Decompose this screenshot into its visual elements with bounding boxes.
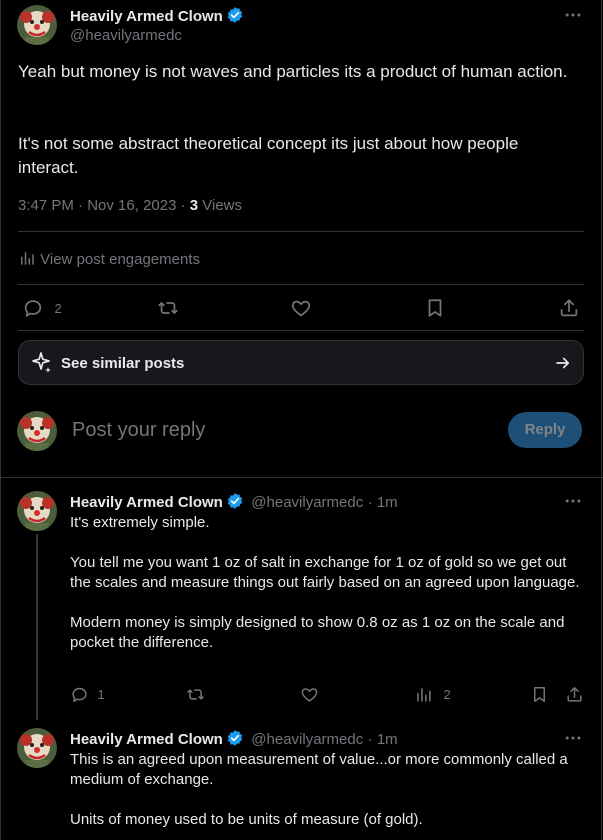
- avatar[interactable]: [17, 491, 57, 531]
- repost-arrows-icon[interactable]: [157, 297, 179, 324]
- views-label: Views: [198, 197, 243, 214]
- see-similar-label: See similar posts: [61, 355, 185, 372]
- view-engagements-link[interactable]: View post engagements: [18, 249, 200, 271]
- views-count: 2: [443, 687, 451, 702]
- see-similar-posts-button[interactable]: See similar posts: [18, 340, 584, 385]
- speech-bubble-icon: [70, 685, 89, 704]
- reply-button[interactable]: 2: [22, 297, 62, 319]
- more-dots-icon[interactable]: [563, 5, 583, 30]
- reply-author-row: Heavily Armed Clown @heavilyarmedc · 1m: [70, 729, 398, 752]
- post-paragraph-2: It's not some abstract theoretical conce…: [18, 134, 524, 177]
- post-time[interactable]: 3:47 PM · Nov 16, 2023 ·: [18, 197, 190, 214]
- reply-text: It's extremely simple. You tell me you w…: [70, 514, 580, 651]
- divider: [18, 231, 584, 232]
- arrow-right-icon: [554, 354, 572, 377]
- views-button[interactable]: 2: [414, 685, 451, 704]
- sparkle-icon: [29, 351, 53, 380]
- author-name[interactable]: Heavily Armed Clown: [70, 8, 223, 25]
- verified-badge-icon[interactable]: [226, 492, 244, 515]
- post-paragraph-1: Yeah but money is not waves and particle…: [18, 62, 568, 81]
- bookmark-icon[interactable]: [530, 685, 549, 709]
- avatar[interactable]: [17, 5, 57, 45]
- author-handle[interactable]: @heavilyarmedc: [251, 494, 363, 511]
- reply-author-row: Heavily Armed Clown @heavilyarmedc · 1m: [70, 492, 398, 515]
- bar-chart-icon: [18, 249, 36, 271]
- reply-button[interactable]: 1: [70, 685, 105, 704]
- speech-bubble-icon: [22, 297, 44, 319]
- bar-chart-icon: [414, 685, 433, 704]
- bookmark-icon[interactable]: [424, 297, 446, 324]
- divider: [18, 284, 584, 285]
- reply-submit-button[interactable]: Reply: [508, 412, 582, 448]
- avatar[interactable]: [17, 728, 57, 768]
- divider: [18, 330, 584, 331]
- share-upload-icon[interactable]: [565, 685, 584, 709]
- author-handle[interactable]: @heavilyarmedc: [251, 731, 363, 748]
- reply-count: 2: [54, 300, 62, 316]
- verified-badge-icon[interactable]: [226, 729, 244, 752]
- divider: [0, 477, 603, 478]
- repost-arrows-icon[interactable]: [186, 685, 205, 709]
- author-handle[interactable]: @heavilyarmedc: [70, 27, 182, 44]
- reply-count: 1: [97, 687, 105, 702]
- author-name[interactable]: Heavily Armed Clown: [70, 731, 223, 748]
- thread-connector-line: [36, 534, 38, 720]
- reply-text: This is an agreed upon measurement of va…: [70, 751, 568, 828]
- reply-input[interactable]: Post your reply: [72, 419, 205, 442]
- author-row: Heavily Armed Clown: [70, 6, 244, 29]
- post-timestamp-row: 3:47 PM · Nov 16, 2023 · 3 Views: [18, 197, 242, 214]
- author-name[interactable]: Heavily Armed Clown: [70, 494, 223, 511]
- share-upload-icon[interactable]: [558, 297, 580, 324]
- engagements-label: View post engagements: [40, 251, 201, 268]
- heart-icon[interactable]: [290, 297, 312, 324]
- heart-icon[interactable]: [300, 685, 319, 709]
- views-count: 3: [189, 197, 199, 214]
- avatar[interactable]: [17, 411, 57, 451]
- verified-badge-icon[interactable]: [226, 6, 244, 29]
- reply-time[interactable]: · 1m: [368, 731, 398, 748]
- reply-time[interactable]: · 1m: [368, 494, 398, 511]
